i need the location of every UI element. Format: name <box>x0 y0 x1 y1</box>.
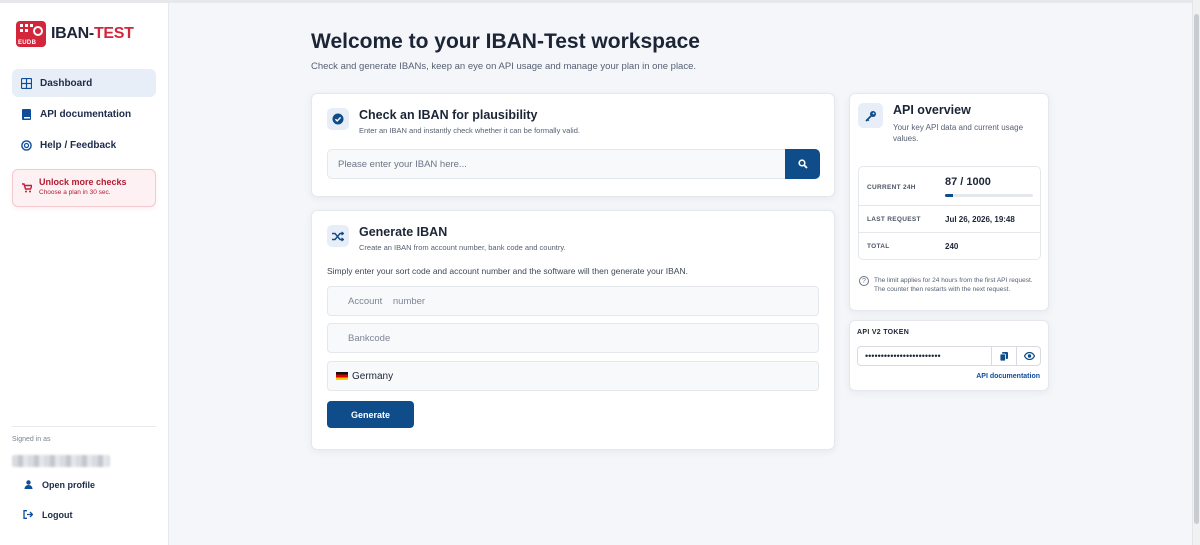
nav-label-help-feedback: Help / Feedback <box>40 139 117 151</box>
cart-icon <box>22 183 34 196</box>
api-overview-title: API overview <box>893 103 971 117</box>
check-circle-icon <box>327 108 349 130</box>
check-iban-subtitle: Enter an IBAN and instantly check whethe… <box>359 126 580 135</box>
usage-progress-bar <box>945 194 1033 197</box>
check-iban-button[interactable] <box>785 149 820 179</box>
copy-icon <box>1000 351 1008 361</box>
iban-input[interactable] <box>327 149 785 179</box>
api-overview-subtitle: Your key API data and current usage valu… <box>893 123 1024 143</box>
page-title: Welcome to your IBAN-Test workspace <box>311 30 700 53</box>
copy-token-button[interactable] <box>991 347 1016 365</box>
nav-item-dashboard[interactable]: Dashboard <box>12 69 156 97</box>
eye-icon <box>1023 352 1035 360</box>
scrollbar-thumb[interactable] <box>1194 14 1199 524</box>
main-nav: Dashboard API documentation Help / Feedb… <box>12 69 156 162</box>
logout-icon <box>22 509 34 521</box>
api-stats-table: CURRENT 24H 87 / 1000 LAST REQUEST Jul 2… <box>858 166 1041 260</box>
limit-note: The limit applies for 24 hours from the … <box>874 277 1033 293</box>
account-number-input[interactable] <box>327 286 819 316</box>
logout-link[interactable]: Logout <box>12 503 156 527</box>
generate-iban-card: Generate IBAN Create an IBAN from accoun… <box>311 210 835 450</box>
open-profile-label: Open profile <box>42 480 96 490</box>
api-token-card: API V2 TOKEN •••••••••••••••••••••••• AP… <box>849 320 1049 391</box>
current-24h-value: 87 / 1000 <box>945 176 991 188</box>
book-icon <box>20 108 32 120</box>
top-edge <box>0 0 1200 3</box>
generate-button[interactable]: Generate <box>327 401 414 428</box>
unlock-more-checks-banner[interactable]: Unlock more checks Choose a plan in 30 s… <box>12 169 156 207</box>
logout-label: Logout <box>42 510 73 520</box>
nav-label-dashboard: Dashboard <box>40 77 93 89</box>
sidebar: EUDB IBAN-TEST Dashboard API documentati… <box>0 3 169 545</box>
reveal-token-button[interactable] <box>1016 347 1041 365</box>
germany-flag-icon <box>336 372 348 380</box>
brand-name: IBAN-TEST <box>51 25 134 42</box>
api-token-masked: •••••••••••••••••••••••• <box>865 351 941 361</box>
country-select[interactable]: Germany <box>327 361 819 391</box>
generate-iban-title: Generate IBAN <box>359 225 448 239</box>
current-24h-label: CURRENT 24H <box>867 184 916 191</box>
total-value: 240 <box>945 242 959 251</box>
api-overview-card: API overview Your key API data and curre… <box>849 93 1049 311</box>
upsell-subtitle: Choose a plan in 30 sec. <box>39 189 111 196</box>
api-token-label: API V2 TOKEN <box>857 329 910 336</box>
sidebar-divider <box>12 426 156 427</box>
generate-description: Simply enter your sort code and account … <box>327 266 688 276</box>
stat-row-current: CURRENT 24H 87 / 1000 <box>859 167 1040 206</box>
redacted-email <box>12 455 110 467</box>
search-icon <box>797 159 808 169</box>
lifebuoy-icon <box>20 139 32 151</box>
total-label: TOTAL <box>867 243 890 250</box>
check-iban-card: Check an IBAN for plausibility Enter an … <box>311 93 835 197</box>
last-request-label: LAST REQUEST <box>867 216 921 223</box>
page-subtitle: Check and generate IBANs, keep an eye on… <box>311 61 697 72</box>
question-icon: ? <box>859 276 869 286</box>
key-icon <box>858 103 883 128</box>
brand-logo[interactable]: EUDB IBAN-TEST <box>16 21 134 47</box>
upsell-title: Unlock more checks <box>39 177 127 187</box>
api-documentation-link[interactable]: API documentation <box>976 373 1040 380</box>
check-iban-title: Check an IBAN for plausibility <box>359 108 538 122</box>
stat-row-total: TOTAL 240 <box>859 233 1040 259</box>
grid-icon <box>20 77 32 89</box>
nav-label-api-documentation: API documentation <box>40 108 132 120</box>
open-profile-link[interactable]: Open profile <box>12 473 156 497</box>
signed-in-label: Signed in as <box>12 436 51 443</box>
bankcode-input[interactable] <box>327 323 819 353</box>
shuffle-icon <box>327 225 349 247</box>
stat-row-last-request: LAST REQUEST Jul 26, 2026, 19:48 <box>859 206 1040 233</box>
nav-item-help-feedback[interactable]: Help / Feedback <box>12 131 156 159</box>
api-token-field: •••••••••••••••••••••••• <box>857 346 1041 366</box>
last-request-value: Jul 26, 2026, 19:48 <box>945 215 1015 224</box>
country-value: Germany <box>352 370 394 382</box>
user-icon <box>22 479 34 491</box>
vertical-scrollbar[interactable] <box>1192 0 1200 545</box>
nav-item-api-documentation[interactable]: API documentation <box>12 100 156 128</box>
generate-iban-subtitle: Create an IBAN from account number, bank… <box>359 243 566 252</box>
logo-badge-icon: EUDB <box>16 21 46 47</box>
